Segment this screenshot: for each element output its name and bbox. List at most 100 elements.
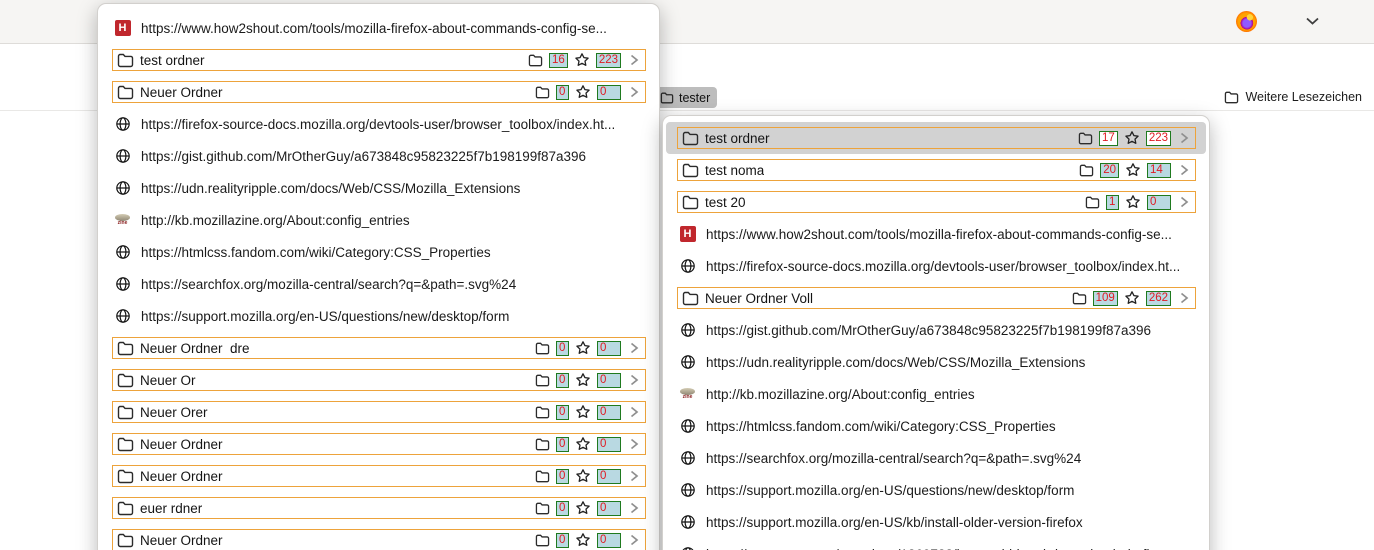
folder-favicon-icon: [117, 436, 134, 453]
bookmark-url: https://htmlcss.fandom.com/wiki/Category…: [141, 245, 491, 260]
bookmark-url: https://udn.realityripple.com/docs/Web/C…: [706, 355, 1085, 370]
mozillazine-favicon-icon: zine: [679, 386, 696, 403]
folder-count-icon: [528, 54, 543, 67]
folder-label: Neuer Or: [140, 373, 196, 388]
bookmark-url: https://searchfox.org/mozilla-central/se…: [706, 451, 1081, 466]
bookmark-url-row[interactable]: https://support.mozilla.org/en-US/questi…: [98, 300, 659, 332]
how2shout-favicon-icon: H: [679, 226, 696, 243]
bookmarks-folder-button-tester[interactable]: tester: [653, 87, 717, 108]
star-count-icon: [1124, 290, 1140, 306]
bookmarks-dropdown-panel-left: H https://www.how2shout.com/tools/mozill…: [97, 3, 660, 550]
bookmark-url-row[interactable]: https://gist.github.com/MrOtherGuy/a6738…: [98, 140, 659, 172]
folder-count-icon: [1072, 292, 1087, 305]
globe-favicon-icon: [679, 418, 696, 435]
folder-row-box: Neuer Ordner 0 0: [112, 465, 646, 487]
bookmark-folder-row[interactable]: Neuer Ordner Voll 109 262: [663, 282, 1209, 314]
folder-icon: [1224, 91, 1239, 104]
subfolder-count-badge: 1: [1106, 195, 1119, 210]
folder-label: Neuer Ordner: [140, 85, 223, 100]
bookmark-folder-row[interactable]: Neuer Ordner 0 0: [98, 524, 659, 550]
more-bookmarks-button[interactable]: Weitere Lesezeichen: [1224, 90, 1362, 104]
subfolder-count-badge: 0: [556, 437, 569, 452]
bookmark-url-row[interactable]: https://udn.realityripple.com/docs/Web/C…: [663, 346, 1209, 378]
bookmark-url-row[interactable]: https://htmlcss.fandom.com/wiki/Category…: [663, 410, 1209, 442]
bookmark-folder-row[interactable]: Neuer Ordner dre 0 0: [98, 332, 659, 364]
bookmark-url: https://gist.github.com/MrOtherGuy/a6738…: [706, 323, 1151, 338]
bookmark-folder-row[interactable]: test ordner 16 223: [98, 44, 659, 76]
folder-favicon-icon: [117, 500, 134, 517]
bookmark-url-row[interactable]: zine http://kb.mozillazine.org/About:con…: [663, 378, 1209, 410]
bookmark-count-badge: 0: [597, 341, 621, 356]
folder-row-box: euer rdner 0 0: [112, 497, 646, 519]
bookmark-url-row[interactable]: H https://www.how2shout.com/tools/mozill…: [663, 218, 1209, 250]
bookmark-folder-row[interactable]: Neuer Orer 0 0: [98, 396, 659, 428]
folder-row-box: Neuer Ordner 0 0: [112, 433, 646, 455]
globe-favicon-icon: [114, 244, 131, 261]
bookmark-url: https://gist.github.com/MrOtherGuy/a6738…: [141, 149, 586, 164]
folder-label: test ordner: [140, 53, 205, 68]
folder-count-icon: [535, 534, 550, 547]
folder-row-box: Neuer Ordner 0 0: [112, 529, 646, 550]
bookmark-url: https://support.mozilla.org/en-US/questi…: [706, 483, 1074, 498]
bookmark-folder-row[interactable]: Neuer Ordner 0 0: [98, 460, 659, 492]
list-all-tabs-chevron-icon[interactable]: [1304, 15, 1321, 27]
bookmark-count-badge: 0: [1147, 195, 1171, 210]
folder-label: test noma: [705, 163, 764, 178]
bookmark-folder-row[interactable]: Neuer Or 0 0: [98, 364, 659, 396]
folder-count-icon: [1079, 164, 1094, 177]
globe-favicon-icon: [679, 258, 696, 275]
bookmark-url-row[interactable]: https://gist.github.com/MrOtherGuy/a6738…: [663, 314, 1209, 346]
bookmark-folder-row[interactable]: Neuer Ordner 0 0: [98, 76, 659, 108]
bookmark-count-badge: 0: [597, 405, 621, 420]
bookmark-url-row[interactable]: https://support.mozilla.org/en-US/questi…: [663, 474, 1209, 506]
subfolder-count-badge: 0: [556, 533, 569, 548]
bookmark-url-row[interactable]: https://firefox-source-docs.mozilla.org/…: [98, 108, 659, 140]
bookmark-url: https://www.how2shout.com/tools/mozilla-…: [706, 227, 1172, 242]
bookmark-url-row[interactable]: https://support.mozilla.org/en-US/kb/ins…: [663, 506, 1209, 538]
folder-label: euer rdner: [140, 501, 202, 516]
chevron-right-icon: [627, 436, 641, 452]
bookmark-folder-row[interactable]: test ordner 17 223: [666, 122, 1206, 154]
folder-favicon-icon: [682, 130, 699, 147]
folder-label: test 20: [705, 195, 746, 210]
folder-favicon-icon: [117, 532, 134, 549]
bookmark-url: http://kb.mozillazine.org/About:config_e…: [141, 213, 410, 228]
globe-favicon-icon: [679, 514, 696, 531]
subfolder-count-badge: 20: [1100, 163, 1119, 178]
bookmark-count-badge: 223: [596, 53, 621, 68]
bookmark-count-badge: 0: [597, 437, 621, 452]
bookmark-url: https://support.mozilla.org/en-US/questi…: [141, 309, 509, 324]
globe-favicon-icon: [679, 354, 696, 371]
folder-label: Neuer Orer: [140, 405, 208, 420]
chevron-right-icon: [1177, 162, 1191, 178]
bookmark-url-row[interactable]: H https://www.how2shout.com/tools/mozill…: [98, 12, 659, 44]
folder-favicon-icon: [117, 404, 134, 421]
tester-button-label: tester: [679, 91, 710, 105]
bookmark-folder-row[interactable]: test 20 1 0: [663, 186, 1209, 218]
folder-row-box: test ordner 16 223: [112, 49, 646, 71]
bookmark-url-row[interactable]: https://searchfox.org/mozilla-central/se…: [98, 268, 659, 300]
bookmark-url-row[interactable]: https://htmlcss.fandom.com/wiki/Category…: [98, 236, 659, 268]
star-count-icon: [575, 532, 591, 548]
folder-favicon-icon: [117, 52, 134, 69]
bookmark-count-badge: 0: [597, 533, 621, 548]
folder-label: test ordner: [705, 131, 770, 146]
bookmark-url-row[interactable]: https://searchfox.org/mozilla-central/se…: [663, 442, 1209, 474]
bookmark-folder-row[interactable]: test noma 20 14: [663, 154, 1209, 186]
bookmark-folder-row[interactable]: Neuer Ordner 0 0: [98, 428, 659, 460]
folder-count-icon: [535, 342, 550, 355]
star-count-icon: [1125, 194, 1141, 210]
bookmark-url-row[interactable]: https://udn.realityripple.com/docs/Web/C…: [98, 172, 659, 204]
bookmark-url-row[interactable]: https://superuser.com/questions/1269722/…: [663, 538, 1209, 550]
folder-count-icon: [535, 406, 550, 419]
star-count-icon: [575, 372, 591, 388]
subfolder-count-badge: 0: [556, 85, 569, 100]
bookmark-url-row[interactable]: https://firefox-source-docs.mozilla.org/…: [663, 250, 1209, 282]
folder-count-icon: [535, 502, 550, 515]
folder-label: Neuer Ordner: [140, 533, 223, 548]
mozillazine-favicon-icon: zine: [114, 212, 131, 229]
bookmark-folder-row[interactable]: euer rdner 0 0: [98, 492, 659, 524]
subfolder-count-badge: 0: [556, 469, 569, 484]
bookmark-url-row[interactable]: zine http://kb.mozillazine.org/About:con…: [98, 204, 659, 236]
bookmark-url: https://firefox-source-docs.mozilla.org/…: [706, 259, 1180, 274]
